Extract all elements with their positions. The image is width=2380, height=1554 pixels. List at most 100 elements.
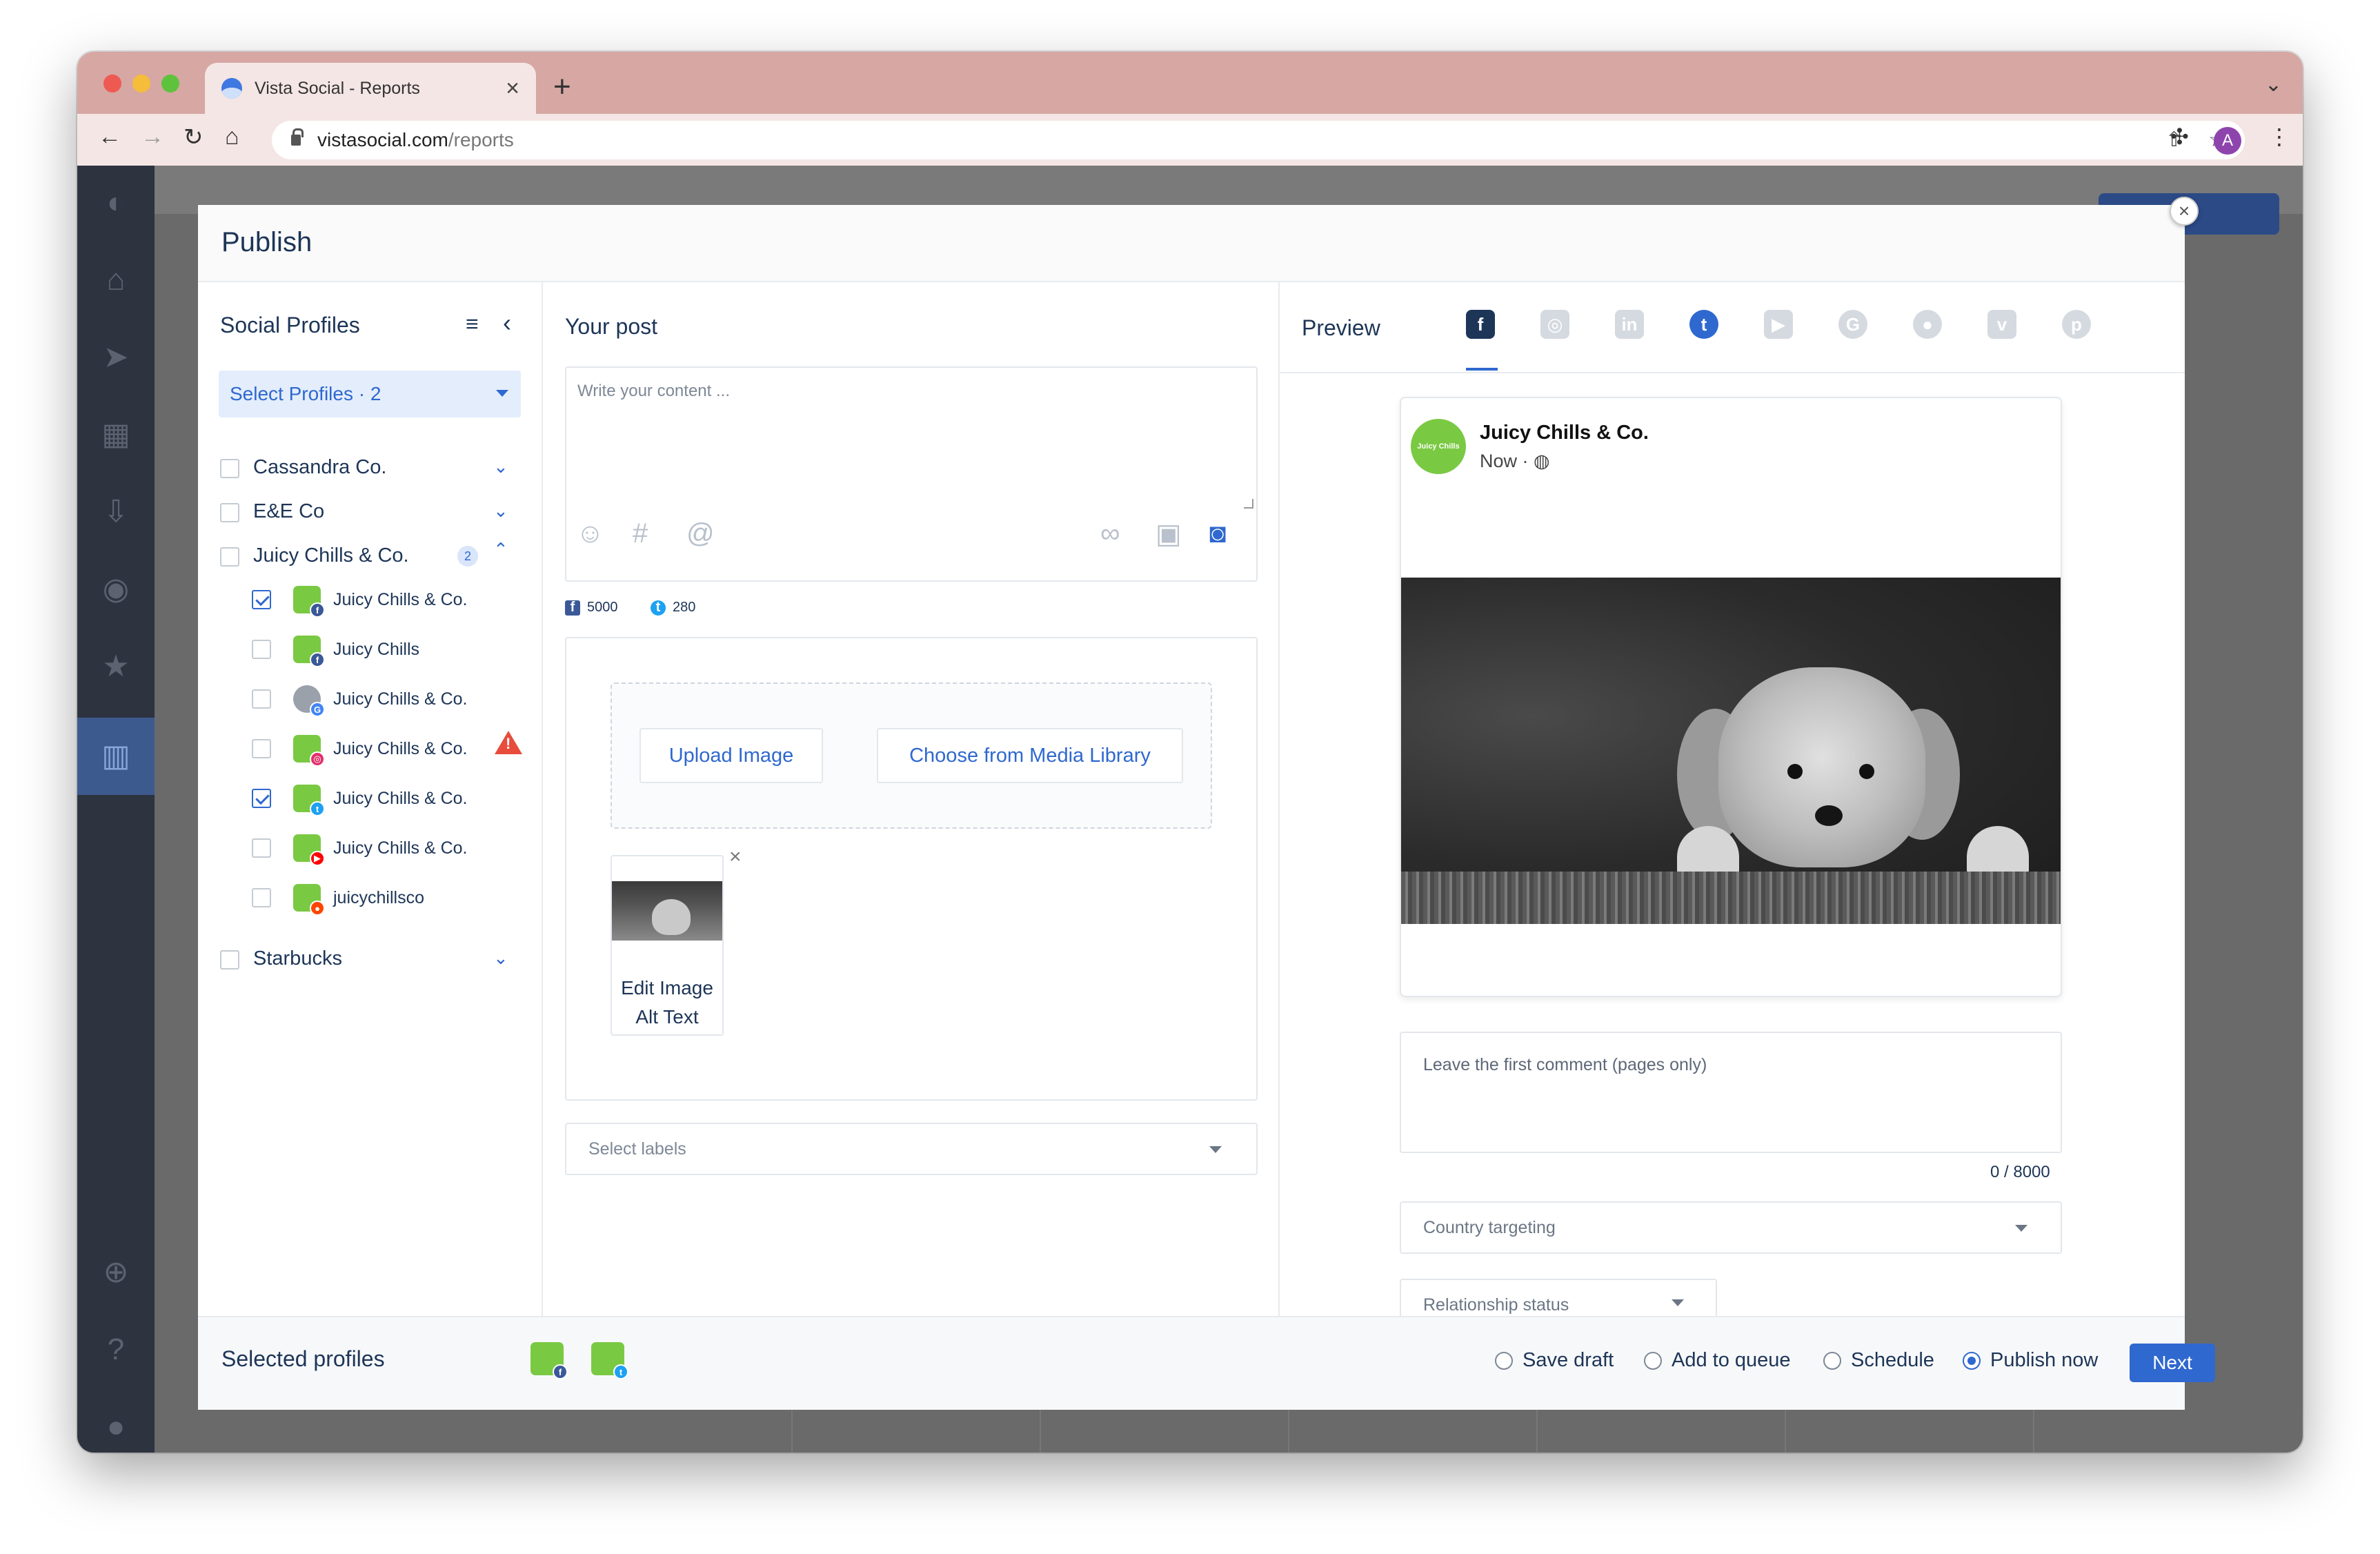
listening-icon[interactable]: ◉ <box>99 573 132 606</box>
hashtag-icon[interactable]: # <box>633 518 648 549</box>
profile-checkbox[interactable] <box>252 689 271 709</box>
calendar-icon[interactable]: ▦ <box>99 418 132 451</box>
save-draft-radio[interactable]: Save draft <box>1495 1349 1614 1372</box>
attached-image-thumbnail <box>612 881 722 941</box>
profile-name: Juicy Chills & Co. <box>333 789 468 808</box>
warning-icon[interactable]: ! <box>495 731 522 754</box>
close-window-button[interactable] <box>103 75 121 92</box>
inbox-icon[interactable]: ⇩ <box>99 495 132 529</box>
camera-icon[interactable]: ◙ <box>1209 518 1226 549</box>
remove-image-icon[interactable]: × <box>729 845 742 869</box>
publish-modal: Publish × Social Profiles ≡ ‹ Select Pro… <box>198 197 2215 1410</box>
profile-name: Juicy Chills & Co. <box>333 689 468 709</box>
modal-close-button[interactable]: × <box>2170 197 2199 226</box>
vimeo-tab-icon[interactable]: v <box>1987 310 2016 339</box>
reload-icon[interactable]: ↻ <box>184 124 204 151</box>
chevron-down-icon[interactable]: ⌄ <box>493 947 508 969</box>
group-checkbox-ee[interactable] <box>220 503 239 522</box>
pinterest-tab-icon[interactable]: p <box>2062 310 2091 339</box>
profile-checkbox[interactable] <box>252 838 271 858</box>
profile-checkbox[interactable] <box>252 590 271 609</box>
first-comment-textarea[interactable]: Leave the first comment (pages only) <box>1400 1032 2062 1153</box>
profile-name: Juicy Chills & Co. <box>333 590 468 609</box>
close-tab-icon[interactable]: × <box>506 75 519 102</box>
reviews-star-icon[interactable]: ★ <box>99 650 132 683</box>
post-image-puppy <box>1401 578 2061 924</box>
next-button[interactable]: Next <box>2130 1344 2215 1382</box>
attached-image-card[interactable]: Edit Image Alt Text <box>611 855 724 1036</box>
reddit-tab-icon[interactable]: ● <box>1913 310 1942 339</box>
extensions-puzzle-icon[interactable]: ✣ <box>2170 124 2189 150</box>
resize-handle[interactable] <box>1244 499 1253 509</box>
relationship-status-dropdown[interactable]: Relationship status <box>1400 1279 1717 1317</box>
chevron-down-icon[interactable]: ⌄ <box>2265 72 2282 97</box>
browser-menu-icon[interactable]: ⋮ <box>2268 124 2290 150</box>
select-labels-dropdown[interactable]: Select labels <box>565 1123 1258 1175</box>
facebook-icon: f <box>553 1364 568 1379</box>
browser-window: Vista Social - Reports × + ⌄ ← → ↻ ⌂ vis… <box>77 52 2303 1453</box>
select-profiles-dropdown[interactable]: Select Profiles · 2 <box>219 371 521 417</box>
twitter-tab-icon[interactable]: t <box>1689 310 1718 339</box>
chevron-down-icon[interactable]: ⌄ <box>493 456 508 478</box>
chevron-down-icon[interactable]: ⌄ <box>493 500 508 522</box>
video-icon[interactable]: ▣ <box>1156 518 1182 550</box>
profile-checkbox[interactable] <box>252 888 271 907</box>
group-checkbox-juicy[interactable] <box>220 547 239 567</box>
google-tab-icon[interactable]: G <box>1838 310 1867 339</box>
selected-profile-avatar[interactable]: t <box>591 1342 628 1379</box>
profile-avatar: G <box>293 685 325 717</box>
preview-title: Preview <box>1302 315 1380 340</box>
minimize-window-button[interactable] <box>132 75 150 92</box>
chevron-up-icon[interactable]: ⌃ <box>493 539 508 560</box>
selected-profile-avatar[interactable]: f <box>530 1342 568 1379</box>
upload-image-button[interactable]: Upload Image <box>639 728 823 783</box>
home-icon[interactable]: ⌂ <box>99 264 132 297</box>
profile-checkbox[interactable] <box>252 640 271 659</box>
add-to-queue-radio[interactable]: Add to queue <box>1644 1349 1791 1372</box>
publish-icon[interactable]: ➤ <box>99 341 132 374</box>
schedule-radio[interactable]: Schedule <box>1823 1349 1934 1372</box>
edit-alt-text-link[interactable]: Edit Image Alt Text <box>612 974 722 1032</box>
facebook-limit-value: 5000 <box>587 600 618 615</box>
facebook-tab-icon[interactable]: f <box>1466 310 1495 339</box>
profile-checkbox[interactable] <box>252 789 271 808</box>
post-author-name: Juicy Chills & Co. <box>1480 422 1649 444</box>
active-tab-indicator <box>1466 368 1498 371</box>
link-icon[interactable]: ∞ <box>1100 518 1120 549</box>
forward-icon[interactable]: → <box>141 124 164 150</box>
group-checkbox-cassandra[interactable] <box>220 459 239 478</box>
post-content-textarea[interactable]: Write your content ... ☺ # @ ∞ ▣ ◙ <box>565 366 1258 582</box>
back-icon[interactable]: ← <box>98 124 121 150</box>
reports-icon[interactable]: ▥ <box>99 740 132 773</box>
browser-profile-avatar[interactable]: A <box>2214 127 2241 155</box>
youtube-tab-icon[interactable]: ▶ <box>1764 310 1793 339</box>
choose-media-library-button[interactable]: Choose from Media Library <box>877 728 1183 783</box>
publish-now-radio[interactable]: Publish now <box>1963 1349 2098 1372</box>
filter-icon[interactable]: ≡ <box>466 311 479 337</box>
profile-avatar: f <box>293 586 325 618</box>
emoji-icon[interactable]: ☺ <box>576 518 604 549</box>
profile-name: Juicy Chills & Co. <box>333 838 468 858</box>
profile-name: Juicy Chills & Co. <box>333 739 468 758</box>
calendar-grid-line <box>1040 1408 1041 1453</box>
group-checkbox-starbucks[interactable] <box>220 950 239 970</box>
browser-tab[interactable]: Vista Social - Reports × <box>205 63 536 114</box>
country-targeting-dropdown[interactable]: Country targeting <box>1400 1201 2062 1254</box>
maximize-window-button[interactable] <box>161 75 179 92</box>
new-tab-icon[interactable]: + <box>553 70 571 104</box>
profile-checkbox[interactable] <box>252 739 271 758</box>
caret-down-icon <box>1209 1146 1222 1153</box>
instagram-tab-icon[interactable]: ◎ <box>1540 310 1569 339</box>
first-comment-placeholder: Leave the first comment (pages only) <box>1423 1055 1707 1074</box>
home-icon[interactable]: ⌂ <box>225 124 239 150</box>
twitter-icon: t <box>310 801 325 816</box>
linkedin-tab-icon[interactable]: in <box>1615 310 1644 339</box>
twitter-limit-value: 280 <box>673 600 696 615</box>
address-bar[interactable]: vistasocial.com/reports ⇧ ☆ <box>272 121 2245 159</box>
add-icon[interactable]: ⊕ <box>99 1256 132 1289</box>
collapse-panel-icon[interactable]: ‹ <box>503 308 511 337</box>
user-avatar-icon[interactable]: ● <box>99 1410 132 1444</box>
help-icon[interactable]: ? <box>99 1333 132 1366</box>
mention-icon[interactable]: @ <box>686 518 715 549</box>
media-dropzone[interactable]: Upload Image Choose from Media Library <box>611 682 1212 829</box>
